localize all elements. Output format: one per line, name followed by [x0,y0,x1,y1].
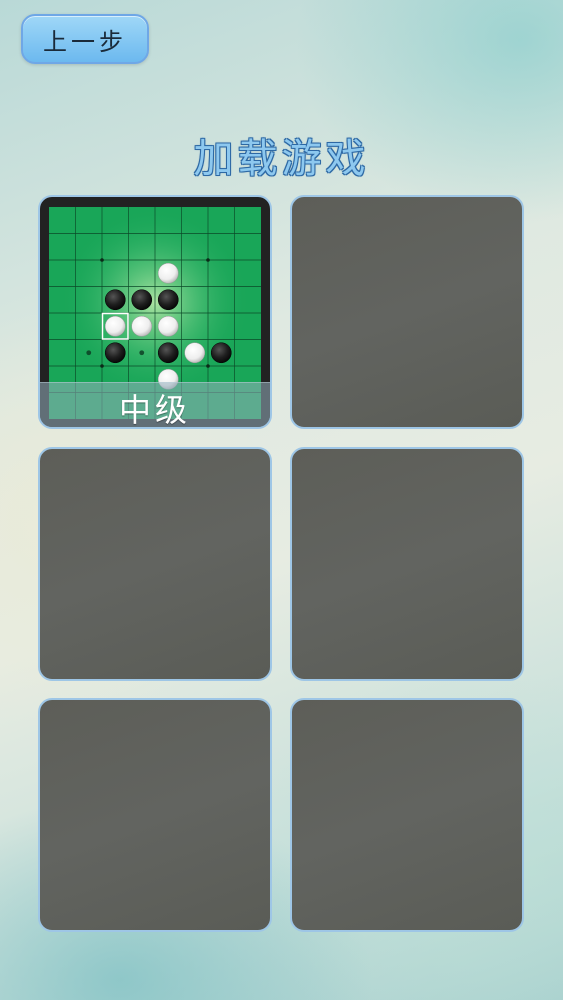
back-button[interactable]: 上一步 [21,14,149,64]
save-slot-5[interactable] [38,698,272,932]
black-stone [104,342,126,364]
white-stone [184,342,206,364]
move-hint-dot [86,350,92,356]
black-stone [104,289,126,311]
star-point [100,258,104,262]
black-stone [131,289,153,311]
star-point [206,364,210,368]
black-stone [157,289,179,311]
save-slot-3[interactable] [38,447,272,681]
save-slot-1[interactable]: 中级 [38,195,272,429]
save-slot-4[interactable] [290,447,524,681]
white-stone [157,315,179,337]
save-slot-2[interactable] [290,195,524,429]
white-stone [157,262,179,284]
star-point [206,258,210,262]
white-stone [131,315,153,337]
slot-label: 中级 [40,382,270,427]
black-stone [157,342,179,364]
white-stone [104,315,126,337]
black-stone [210,342,232,364]
page-title: 加载游戏 [193,136,370,182]
star-point [100,364,104,368]
move-hint-dot [139,350,145,356]
save-slot-6[interactable] [290,698,524,932]
